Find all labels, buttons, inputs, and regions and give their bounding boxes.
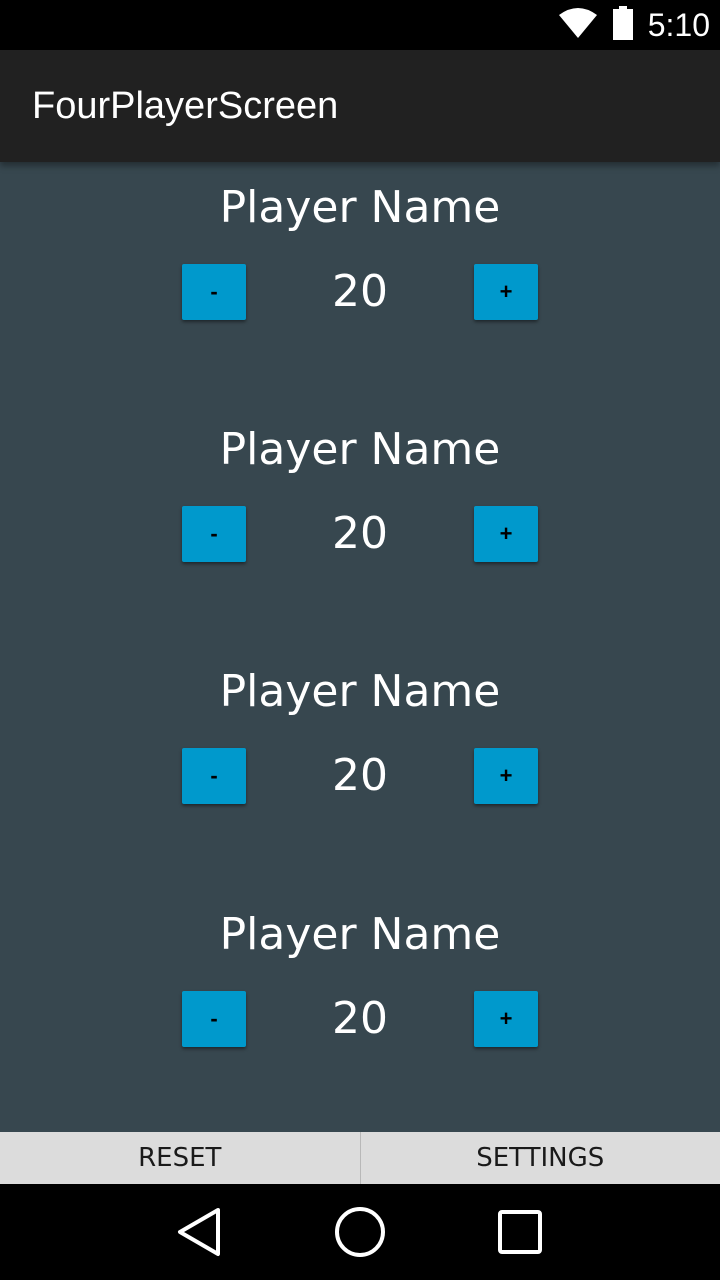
life-total-1: 20 — [332, 266, 388, 317]
increment-button-4[interactable]: + — [474, 991, 538, 1047]
decrement-button-3[interactable]: - — [182, 748, 246, 804]
status-icons: 5:10 — [558, 0, 710, 50]
app-bar: FourPlayerScreen — [0, 50, 720, 162]
player-panel-4: Player Name - 20 + — [0, 889, 720, 1089]
player-list: Player Name - 20 + Player Name - 20 + Pl… — [0, 162, 720, 1132]
player-panel-3: Player Name - 20 + — [0, 646, 720, 846]
navigation-bar — [0, 1184, 720, 1280]
decrement-button-1[interactable]: - — [182, 264, 246, 320]
app-title: FourPlayerScreen — [32, 85, 339, 127]
player-panel-1: Player Name - 20 + — [0, 162, 720, 362]
increment-button-1[interactable]: + — [474, 264, 538, 320]
player-name-1[interactable]: Player Name — [0, 182, 720, 233]
status-time: 5:10 — [647, 6, 710, 43]
reset-button[interactable]: RESET — [0, 1132, 360, 1184]
player-name-4[interactable]: Player Name — [0, 909, 720, 960]
back-icon[interactable] — [176, 1184, 222, 1280]
battery-icon — [612, 5, 634, 45]
increment-button-2[interactable]: + — [474, 506, 538, 562]
decrement-button-4[interactable]: - — [182, 991, 246, 1047]
player-name-2[interactable]: Player Name — [0, 424, 720, 475]
recents-icon[interactable] — [497, 1184, 543, 1280]
settings-button[interactable]: SETTINGS — [359, 1132, 720, 1184]
status-bar: 5:10 — [0, 0, 720, 50]
wifi-icon — [558, 7, 598, 44]
home-icon[interactable] — [334, 1184, 386, 1280]
life-total-4: 20 — [332, 993, 388, 1044]
player-name-3[interactable]: Player Name — [0, 666, 720, 717]
player-panel-2: Player Name - 20 + — [0, 404, 720, 604]
life-total-2: 20 — [332, 508, 388, 559]
increment-button-3[interactable]: + — [474, 748, 538, 804]
life-total-3: 20 — [332, 750, 388, 801]
bottom-action-bar: RESET SETTINGS — [0, 1132, 720, 1184]
decrement-button-2[interactable]: - — [182, 506, 246, 562]
